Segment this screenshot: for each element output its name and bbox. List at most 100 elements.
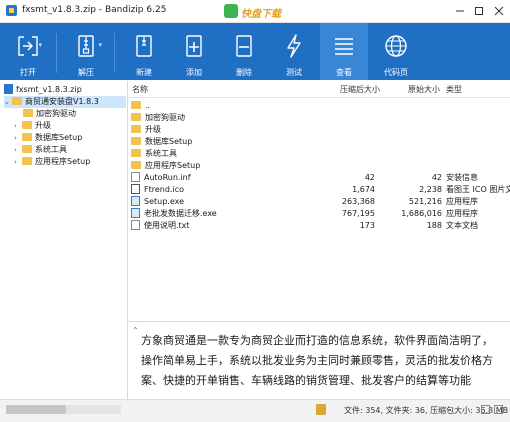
open-dropdown-arrow[interactable]: ▾ (38, 41, 42, 49)
horizontal-scrollbar[interactable] (6, 405, 121, 414)
original-size-cell: 188 (426, 221, 442, 230)
extract-icon (78, 35, 94, 57)
folder-icon (12, 96, 22, 105)
delete-label: 删除 (236, 68, 252, 77)
compressed-size-cell: 42 (364, 173, 375, 182)
file-list-row[interactable]: 加密狗驱动 (128, 112, 510, 123)
chevron-down-icon[interactable]: ⌄ (4, 96, 12, 108)
file-name-cell: 老批发数据迁移.exe (131, 207, 217, 219)
file-list-row[interactable]: .. (128, 100, 510, 111)
file-name-text: .. (145, 101, 151, 110)
file-name-cell: 加密狗驱动 (131, 112, 185, 123)
test-button[interactable]: 测试 (272, 23, 316, 80)
archive-bag-icon (316, 404, 326, 415)
file-list-header: 名称 压缩后大小 原始大小 类型 (128, 81, 510, 98)
extract-dropdown-arrow[interactable]: ▾ (98, 41, 102, 49)
file-type-cell: 文本文档 (446, 221, 478, 230)
file-list-row[interactable]: 使用说明.txt 173 188 文本文档 (128, 219, 510, 231)
file-name-text: 应用程序Setup (145, 161, 201, 170)
tree-item-database-setup[interactable]: › 数据库Setup (14, 132, 82, 144)
tree-item-dongle-driver[interactable]: 加密狗驱动 (23, 108, 76, 120)
file-list-row[interactable]: 升级 (128, 124, 510, 135)
file-name-cell: 系统工具 (131, 148, 177, 159)
title-bar: fxsmt_v1.8.3.zip - Bandizip 6.25 快盘下载 (0, 0, 510, 23)
chevron-right-icon[interactable]: › (14, 156, 22, 168)
file-list-row[interactable]: Setup.exe 263,368 521,216 应用程序 (128, 195, 510, 207)
column-header-name[interactable]: 名称 (132, 84, 148, 95)
file-list-row[interactable]: 系统工具 (128, 148, 510, 159)
tree-item-label: 加密狗驱动 (36, 109, 76, 118)
status-bar: 文件: 354, 文件夹: 36, 压缩包大小: 36.8 MB (0, 399, 510, 422)
file-list: 名称 压缩后大小 原始大小 类型 .. 加密狗驱动升级数据库Setup 系统工具应用… (128, 81, 510, 320)
column-header-type[interactable]: 类型 (446, 84, 462, 95)
maximize-button[interactable] (472, 4, 486, 18)
file-type-cell: 安装信息 (446, 173, 478, 182)
file-list-row[interactable]: Ftrend.ico 1,674 2,238 看图王 ICO 图片文 (128, 183, 510, 195)
exe-file-icon (131, 195, 140, 206)
collapse-handle-icon[interactable]: ⌃ (132, 326, 139, 335)
window-title: fxsmt_v1.8.3.zip - Bandizip 6.25 (22, 5, 167, 15)
column-header-compressed[interactable]: 压缩后大小 (340, 84, 380, 95)
scrollbar-thumb[interactable] (6, 405, 66, 414)
file-list-row[interactable]: 数据库Setup (128, 136, 510, 147)
file-name-cell: 升级 (131, 124, 161, 135)
file-name-text: 数据库Setup (145, 137, 193, 146)
file-list-row[interactable]: AutoRun.inf 42 42 安装信息 (128, 171, 510, 183)
file-name-text: Ftrend.ico (144, 185, 184, 194)
open-button[interactable]: ▾ 打开 (8, 23, 48, 80)
new-archive-icon (136, 35, 152, 57)
column-header-original[interactable]: 原始大小 (408, 84, 440, 95)
folder-icon (22, 144, 32, 153)
compressed-size-cell: 173 (359, 221, 375, 230)
chevron-right-icon[interactable]: › (14, 132, 22, 144)
details-view-icon[interactable] (481, 405, 490, 414)
view-label: 查看 (336, 68, 352, 77)
tree-item-main-folder[interactable]: ⌄ 商贸通安装盘V1.8.3 (4, 96, 126, 108)
original-size-cell: 42 (431, 173, 442, 182)
add-icon (186, 35, 202, 57)
tree-root-archive[interactable]: fxsmt_v1.8.3.zip (4, 83, 82, 96)
close-button[interactable] (492, 4, 506, 18)
view-button[interactable]: 查看 (320, 23, 368, 80)
folder-icon (23, 108, 33, 117)
codepage-label: 代码页 (384, 68, 408, 77)
folder-icon (131, 148, 141, 157)
list-view-icon[interactable] (494, 405, 503, 414)
tree-item-label: 数据库Setup (35, 133, 83, 142)
file-icon (131, 171, 140, 182)
codepage-button[interactable]: 代码页 (372, 23, 420, 80)
chevron-right-icon[interactable]: › (14, 120, 22, 132)
file-list-row[interactable]: 应用程序Setup (128, 160, 510, 171)
chevron-right-icon[interactable]: › (14, 144, 22, 156)
add-label: 添加 (186, 68, 202, 77)
original-size-cell: 1,686,016 (401, 209, 442, 218)
file-type-cell: 看图王 ICO 图片文 (446, 185, 510, 194)
folder-icon (131, 160, 141, 169)
open-label: 打开 (20, 68, 36, 77)
minimize-icon (456, 10, 464, 12)
file-list-row[interactable]: 老批发数据迁移.exe 767,195 1,686,016 应用程序 (128, 207, 510, 219)
watermark-logo: 快盘下载 (224, 3, 288, 20)
file-name-cell: 使用说明.txt (131, 219, 190, 231)
tree-item-upgrade[interactable]: › 升级 (14, 120, 51, 132)
tree-item-app-setup[interactable]: › 应用程序Setup (14, 156, 90, 168)
folder-icon (22, 120, 32, 129)
file-type-cell: 应用程序 (446, 197, 478, 206)
file-name-text: 加密狗驱动 (145, 113, 185, 122)
delete-icon (236, 35, 252, 57)
tree-item-system-tools[interactable]: › 系统工具 (14, 144, 67, 156)
exe-file-icon (131, 207, 140, 218)
toolbar-divider (114, 33, 115, 73)
new-archive-button[interactable]: 新建 (122, 23, 166, 80)
test-icon (287, 34, 301, 58)
minimize-button[interactable] (453, 4, 467, 18)
extract-button[interactable]: ▾ 解压 (64, 23, 108, 80)
test-label: 测试 (286, 68, 302, 77)
tree-item-label: 应用程序Setup (35, 157, 91, 166)
delete-button[interactable]: 删除 (222, 23, 266, 80)
file-name-text: 系统工具 (145, 149, 177, 158)
description-pane: ⌃ 方象商贸通是一款专为商贸企业而打造的信息系统，软件界面简洁明了，操作简单易上… (128, 321, 510, 400)
add-button[interactable]: 添加 (172, 23, 216, 80)
original-size-cell: 2,238 (419, 185, 442, 194)
file-icon (131, 219, 140, 230)
